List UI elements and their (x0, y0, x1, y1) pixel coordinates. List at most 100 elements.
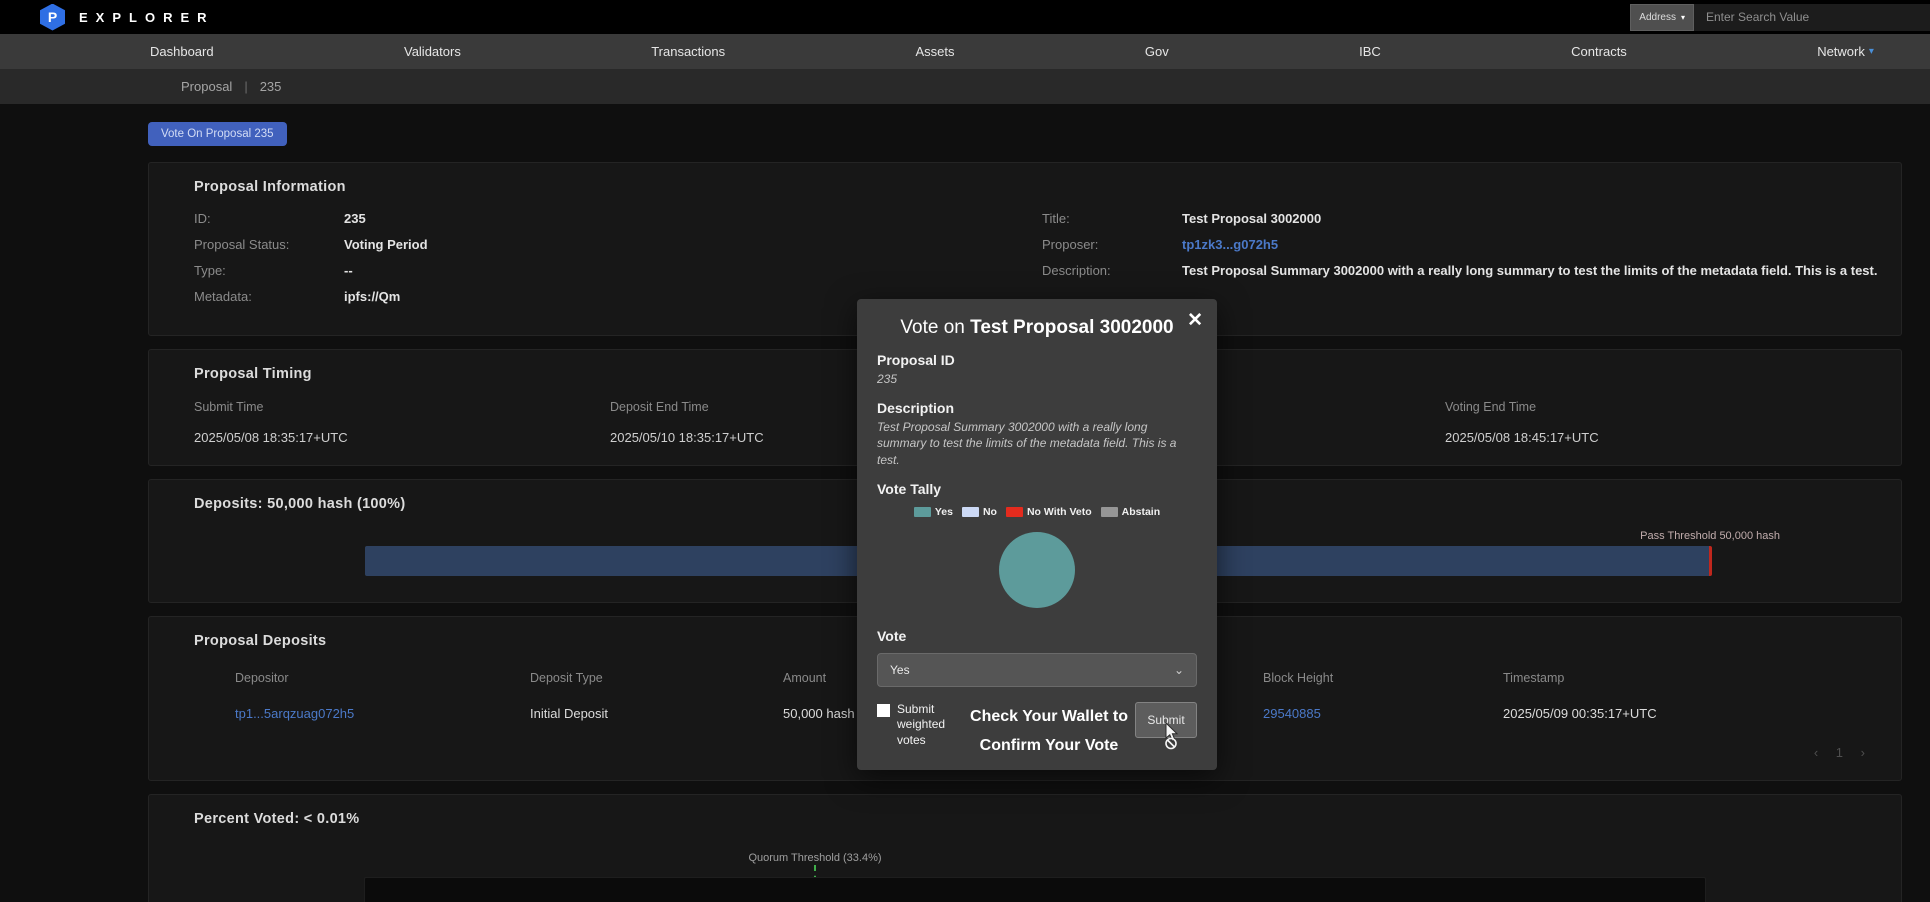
percent-voted-title: Percent Voted: < 0.01% (194, 811, 1881, 827)
search-input[interactable] (1694, 4, 1930, 31)
proposal-description-value: Test Proposal Summary 3002000 with a rea… (1182, 263, 1877, 278)
field-label: ID: (194, 211, 344, 226)
modal-title: Vote on Test Proposal 3002000 (877, 317, 1197, 339)
no-with-veto-swatch (1006, 507, 1023, 517)
info-row-id: ID: 235 (194, 211, 1042, 226)
proposer-address-link[interactable]: tp1zk3...g072h5 (1182, 237, 1278, 252)
nav-label: Validators (404, 44, 461, 59)
percent-voted-bar (364, 877, 1706, 902)
info-row-type: Type: -- (194, 263, 1042, 278)
legend-label: Yes (935, 506, 953, 518)
timestamp-cell: 2025/05/09 00:35:17+UTC (1503, 706, 1881, 721)
vote-tally-pie-chart (999, 532, 1075, 608)
column-header-depositor: Depositor (235, 671, 530, 685)
description-text: Test Proposal Summary 3002000 with a rea… (877, 419, 1197, 468)
chevron-down-icon: ▾ (1681, 13, 1685, 22)
proposal-id-label: Proposal ID (877, 352, 1197, 368)
blocked-cursor-icon (1159, 722, 1183, 750)
field-label: Type: (194, 263, 344, 278)
vote-tally-label: Vote Tally (877, 481, 1197, 497)
field-label: Title: (1042, 211, 1182, 226)
legend-item-yes: Yes (914, 506, 953, 518)
wallet-message-line1: Check Your Wallet to (963, 702, 1135, 732)
field-label: Proposal Status: (194, 237, 344, 252)
field-label: Description: (1042, 263, 1182, 278)
no-swatch (962, 507, 979, 517)
nav-item-validators[interactable]: Validators (404, 44, 461, 59)
search-area: Address ▾ (1630, 4, 1930, 31)
submit-area: Submit (1135, 702, 1197, 738)
nav-item-ibc[interactable]: IBC (1359, 44, 1381, 59)
submit-time-column: Submit Time 2025/05/08 18:35:17+UTC (194, 400, 610, 445)
breadcrumb-separator: | (244, 79, 247, 94)
proposal-id-value: 235 (877, 371, 1197, 387)
deposit-type-cell: Initial Deposit (530, 706, 783, 721)
wallet-message-line2: Confirm Your Vote (963, 731, 1135, 761)
info-row-status: Proposal Status: Voting Period (194, 237, 1042, 252)
proposal-information-title: Proposal Information (194, 179, 1881, 195)
top-bar: P EXPLORER Address ▾ (0, 0, 1930, 34)
legend-label: No (983, 506, 997, 518)
info-row-description: Description: Test Proposal Summary 30020… (1042, 263, 1881, 278)
nav-label: Transactions (651, 44, 725, 59)
timing-label: Voting End Time (1445, 400, 1881, 414)
breadcrumb: Proposal | 235 (0, 69, 1930, 104)
legend-item-abstain: Abstain (1101, 506, 1161, 518)
breadcrumb-proposal-id: 235 (260, 79, 282, 94)
field-value: 235 (344, 211, 366, 226)
description-label: Description (877, 400, 1197, 416)
depositor-address-link[interactable]: tp1...5arqzuag072h5 (235, 706, 530, 721)
explorer-logo-icon: P (40, 4, 65, 31)
nav-item-contracts[interactable]: Contracts (1571, 44, 1627, 59)
nav-item-dashboard[interactable]: Dashboard (150, 44, 214, 59)
nav-item-network[interactable]: Network ▾ (1817, 44, 1874, 59)
nav-item-assets[interactable]: Assets (916, 44, 955, 59)
nav-label: Assets (916, 44, 955, 59)
column-header-timestamp: Timestamp (1503, 671, 1881, 685)
timing-label: Submit Time (194, 400, 610, 414)
search-filter-dropdown[interactable]: Address ▾ (1630, 4, 1694, 31)
nav-label: Network (1817, 44, 1865, 59)
pagination-prev-button[interactable]: ‹ (1814, 745, 1818, 760)
brand: P EXPLORER (40, 4, 215, 31)
weighted-votes-label: Submit weighted votes (897, 702, 957, 749)
abstain-swatch (1101, 507, 1118, 517)
field-label: Proposer: (1042, 237, 1182, 252)
vote-select[interactable]: Yes ⌄ (877, 653, 1197, 687)
pagination-page-number[interactable]: 1 (1836, 745, 1843, 760)
weighted-votes-checkbox[interactable]: Submit weighted votes (877, 702, 963, 749)
vote-modal: ✕ Vote on Test Proposal 3002000 Proposal… (857, 299, 1217, 770)
column-header-block-height: Block Height (1263, 671, 1503, 685)
nav-item-gov[interactable]: Gov (1145, 44, 1169, 59)
info-row-title: Title: Test Proposal 3002000 (1042, 211, 1881, 226)
close-icon[interactable]: ✕ (1187, 309, 1203, 332)
info-row-proposer: Proposer: tp1zk3...g072h5 (1042, 237, 1881, 252)
voting-end-time-column: Voting End Time 2025/05/08 18:45:17+UTC (1445, 400, 1881, 445)
legend-label: No With Veto (1027, 506, 1092, 518)
chevron-down-icon: ⌄ (1174, 663, 1184, 677)
checkbox-box[interactable] (877, 704, 890, 717)
timing-value: 2025/05/08 18:35:17+UTC (194, 430, 610, 445)
nav-item-transactions[interactable]: Transactions (651, 44, 725, 59)
modal-title-prefix: Vote on (900, 317, 964, 338)
field-value: ipfs://Qm (344, 289, 400, 304)
proposal-title-value: Test Proposal 3002000 (1182, 211, 1321, 226)
vote-select-value: Yes (890, 663, 910, 677)
field-value: -- (344, 263, 353, 278)
wallet-confirmation-message: Check Your Wallet to Confirm Your Vote (963, 702, 1135, 761)
vote-label: Vote (877, 628, 1197, 644)
column-header-deposit-type: Deposit Type (530, 671, 783, 685)
brand-text: EXPLORER (79, 10, 215, 25)
breadcrumb-section[interactable]: Proposal (181, 79, 232, 94)
block-height-link[interactable]: 29540885 (1263, 706, 1503, 721)
nav-label: Contracts (1571, 44, 1627, 59)
quorum-threshold-label: Quorum Threshold (33.4%) (748, 852, 881, 864)
modal-proposal-name: Test Proposal 3002000 (970, 317, 1173, 338)
proposal-status-value: Voting Period (344, 237, 428, 252)
pagination-next-button[interactable]: › (1861, 745, 1865, 760)
vote-tally-legend: Yes No No With Veto Abstain (877, 506, 1197, 518)
logo-letter: P (48, 9, 57, 25)
percent-voted-chart: Quorum Threshold (33.4%) (194, 835, 1881, 902)
main-nav: Dashboard Validators Transactions Assets… (0, 34, 1930, 69)
vote-on-proposal-button[interactable]: Vote On Proposal 235 (148, 122, 287, 146)
